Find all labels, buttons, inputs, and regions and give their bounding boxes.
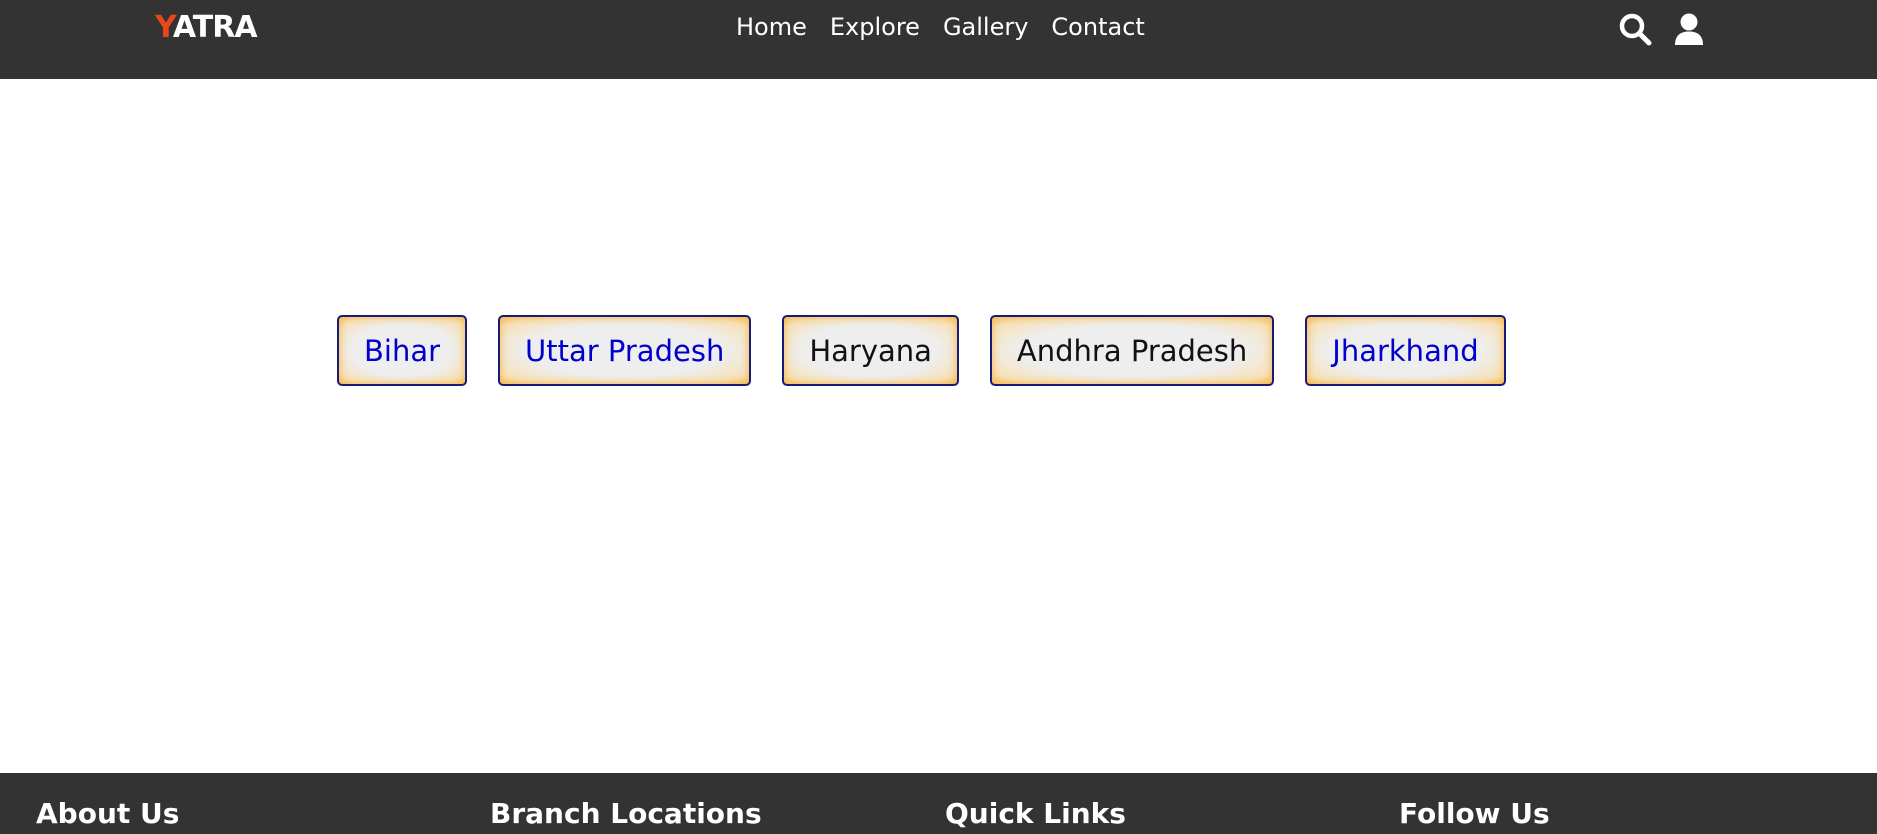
state-button-bihar[interactable]: Bihar	[337, 315, 468, 386]
state-button-uttar-pradesh[interactable]: Uttar Pradesh	[498, 315, 752, 386]
footer-heading-follow-us: Follow Us	[1399, 797, 1550, 830]
footer-heading-about-us: About Us	[36, 797, 180, 830]
state-button-andhra-pradesh[interactable]: Andhra Pradesh	[989, 315, 1275, 386]
nav-link-gallery[interactable]: Gallery	[943, 13, 1028, 41]
user-icon[interactable]	[1672, 12, 1706, 46]
footer-heading-branch-locations: Branch Locations	[490, 797, 762, 830]
state-button-haryana[interactable]: Haryana	[782, 315, 959, 386]
nav-icon-group	[1618, 12, 1706, 46]
search-icon[interactable]	[1618, 12, 1652, 46]
nav-link-contact[interactable]: Contact	[1051, 13, 1144, 41]
site-footer: About Us Branch Locations Quick Links Fo…	[0, 773, 1877, 834]
main-nav: Home Explore Gallery Contact	[736, 13, 1145, 41]
footer-heading-quick-links: Quick Links	[945, 797, 1126, 830]
nav-link-home[interactable]: Home	[736, 13, 807, 41]
site-logo[interactable]: YATRA	[155, 10, 258, 45]
top-navbar: YATRA Home Explore Gallery Contact	[0, 0, 1877, 79]
logo-accent-letter: Y	[155, 10, 174, 45]
state-button-row: Bihar Uttar Pradesh Haryana Andhra Prade…	[337, 315, 1506, 386]
state-button-jharkhand[interactable]: Jharkhand	[1305, 315, 1506, 386]
logo-text: ATRA	[172, 10, 258, 45]
nav-link-explore[interactable]: Explore	[830, 13, 920, 41]
